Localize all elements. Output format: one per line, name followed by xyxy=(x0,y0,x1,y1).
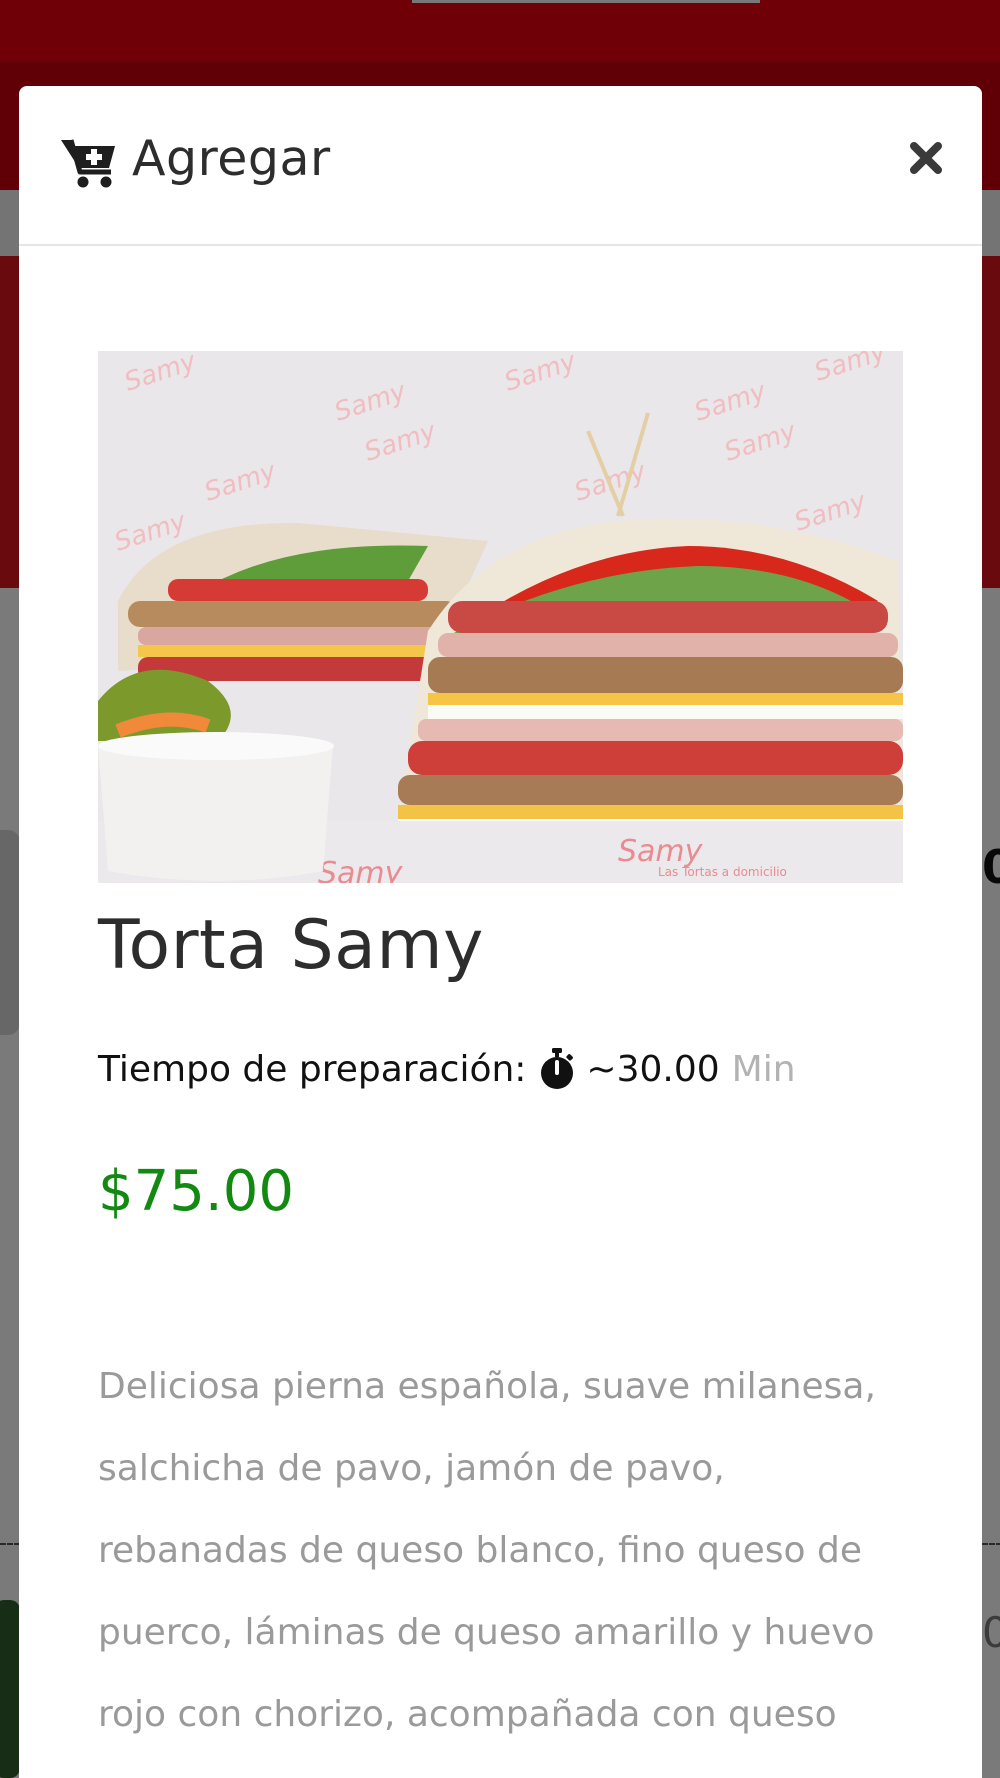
prep-time-value: ~30.00 xyxy=(586,1048,720,1090)
product-description: Deliciosa pierna española, suave milanes… xyxy=(98,1366,876,1735)
cart-plus-icon xyxy=(61,139,115,188)
stopwatch-icon xyxy=(541,1048,574,1089)
modal-header: Agregar xyxy=(19,86,982,246)
prep-time-unit: Min xyxy=(731,1048,796,1090)
product-name: Torta Samy xyxy=(98,906,484,985)
product-price: $75.00 xyxy=(98,1159,294,1224)
modal-title: Agregar xyxy=(132,130,331,187)
wrapper-slogan: Las Tortas a domicilio xyxy=(658,865,787,879)
add-to-cart-modal: Agregar Samy Samy Samy Samy Samy Samy Sa… xyxy=(19,86,982,1778)
prep-time-label: Tiempo de preparación: xyxy=(98,1048,527,1090)
product-image: Samy Samy Samy Samy Samy Samy Samy Samy … xyxy=(98,351,903,883)
wrapper-logo: Samy xyxy=(618,834,704,869)
prep-time-row: Tiempo de preparación: ~30.00 Min xyxy=(98,1039,796,1099)
wrapper-logo: Samy xyxy=(318,856,404,883)
close-icon[interactable] xyxy=(904,136,948,180)
